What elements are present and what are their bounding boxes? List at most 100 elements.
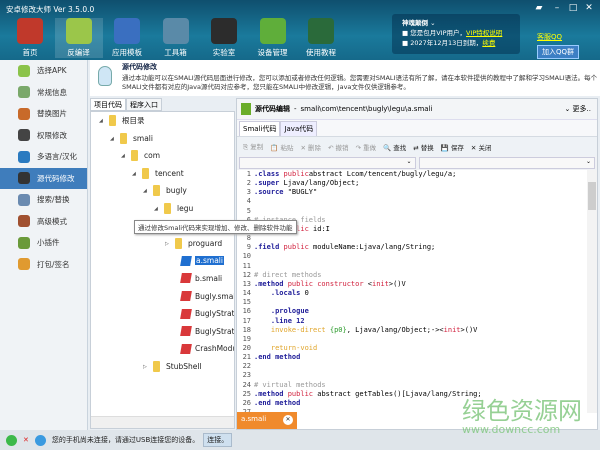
replace-icon: ⇄ — [413, 143, 419, 152]
member-dropdown[interactable]: ⌄ — [418, 157, 595, 169]
close-button[interactable]: ✕ — [582, 3, 596, 13]
line-number: 17 — [242, 316, 251, 325]
sidebar-item[interactable]: 小插件 — [0, 232, 87, 254]
code-token: public constructor — [287, 279, 368, 288]
toolbar-flask[interactable]: 实验室 — [200, 18, 248, 58]
sidebar-item[interactable]: 源代码修改 — [0, 167, 87, 189]
sidebar-item[interactable]: 打包/签名 — [0, 254, 87, 276]
sidebar-item[interactable]: 高级模式 — [0, 211, 87, 233]
sidebar-item[interactable]: 搜索/替换 — [0, 189, 87, 211]
tree-node[interactable]: smali — [120, 132, 153, 144]
vip-privilege-link[interactable]: VIP特权说明 — [466, 29, 502, 37]
tree-node[interactable]: Bugly.smali — [180, 291, 234, 301]
collapse-icon[interactable]: ◢ — [154, 206, 158, 212]
tree-node[interactable]: BuglyStrategy — [180, 308, 234, 319]
maximize-button[interactable]: □ — [566, 3, 580, 13]
sidebar-item[interactable]: 选择APK — [0, 60, 87, 82]
smali-file-icon — [180, 308, 192, 319]
toolbar-star[interactable]: 应用模板 — [103, 18, 151, 58]
code-editor[interactable]: 1 .class publicabstract Lcom/tencent/bugl… — [237, 170, 587, 413]
tree-node[interactable]: BuglyStrategy — [180, 326, 234, 337]
tree-node[interactable]: b.smali — [180, 273, 222, 284]
toolbar-toolbox[interactable]: 工具箱 — [152, 18, 200, 58]
join-qq-group-button[interactable]: 加入QQ群 — [537, 45, 580, 59]
copy-button[interactable]: ⎘ 复制 — [243, 141, 263, 152]
tree-node[interactable]: legu — [164, 203, 193, 214]
redo-button[interactable]: ↷ 重做 — [356, 142, 377, 152]
class-dropdown[interactable]: ⌄ — [239, 157, 416, 169]
tree-node[interactable]: 根目录 — [109, 115, 145, 126]
code-token: .locals — [254, 289, 305, 298]
tree-node[interactable]: tencent — [142, 167, 184, 179]
connect-button[interactable]: 连接。 — [203, 433, 233, 447]
tree-node[interactable]: bugly — [153, 185, 187, 197]
code-line: 18 invoke-direct {p0}, Ljava/lang/Object… — [237, 326, 587, 335]
vertical-scrollbar[interactable] — [587, 170, 597, 413]
info-title: 源代码修改 — [122, 63, 157, 71]
toolbar-android[interactable]: 反编译 — [54, 18, 103, 58]
sidebar-item[interactable]: 多语言/汉化 — [0, 146, 87, 168]
delete-button[interactable]: ✕ 删除 — [300, 142, 321, 152]
tree-node-label: bugly — [166, 186, 187, 196]
collapse-icon[interactable]: ◢ — [110, 136, 114, 142]
minimize-button[interactable]: – — [550, 3, 564, 13]
app-title: 安卓修改大师 Ver 3.5.0.0 — [6, 5, 95, 14]
title-toolbar: 安卓修改大师 Ver 3.5.0.0 ▰ – □ ✕ 首页 反编译 应用模板 工具箱 实… — [0, 0, 600, 60]
file-tab[interactable]: a.smali ✕ — [237, 412, 297, 429]
folder-icon — [164, 203, 171, 214]
collapse-icon[interactable]: ◢ — [121, 153, 125, 159]
tree-node-label: 根目录 — [122, 116, 145, 125]
tree-node[interactable]: CrashModule. — [180, 343, 234, 354]
code-line: 23 — [237, 371, 587, 380]
tree-node-label: smali — [133, 133, 153, 143]
line-number: 8 — [246, 234, 251, 243]
code-token: 0 — [304, 289, 309, 298]
undo-button[interactable]: ↶ 撤销 — [328, 142, 349, 152]
sidebar-item[interactable]: 权限修改 — [0, 125, 87, 147]
renew-link[interactable]: 续费 — [482, 39, 495, 47]
close-tab-icon[interactable]: ✕ — [283, 415, 293, 425]
sidebar-item-label: 搜索/替换 — [37, 195, 70, 205]
code-token: {p0} — [329, 325, 347, 334]
toolbar-radar[interactable]: 设备管理 — [249, 18, 297, 58]
line-number: 3 — [246, 188, 251, 197]
collapse-icon[interactable]: ◢ — [99, 118, 103, 124]
sidebar-item-label: 选择APK — [37, 66, 67, 76]
more-button[interactable]: ⌄ 更多.. — [564, 104, 591, 114]
paste-button[interactable]: 📋 粘贴 — [270, 142, 293, 152]
toolbar-blackboard[interactable]: 使用教程 — [297, 18, 345, 58]
sidebar-item[interactable]: 替换图片 — [0, 103, 87, 125]
find-button[interactable]: 🔍 查找 — [383, 142, 406, 152]
tree-node[interactable]: com — [131, 150, 160, 162]
code-line: 14 .locals 0 — [237, 289, 587, 298]
code-token: .end method — [254, 353, 301, 362]
collapse-icon[interactable]: ◢ — [143, 188, 147, 194]
sidebar-item[interactable]: 常规信息 — [0, 82, 87, 104]
line-number: 5 — [246, 206, 251, 215]
tree-node[interactable]: a.smali — [180, 255, 224, 266]
tree-node-label: CrashModule. — [195, 344, 234, 354]
tab-entry[interactable]: 程序入口 — [126, 98, 162, 111]
tree-node[interactable]: proguard — [175, 238, 222, 250]
tree-node[interactable]: StubShell — [153, 361, 202, 373]
computer-icon — [34, 434, 46, 446]
horizontal-scrollbar[interactable] — [91, 416, 234, 428]
line-number: 24 — [242, 380, 251, 389]
folder-icon — [153, 361, 160, 373]
toolbar-house[interactable]: 首页 — [6, 18, 54, 58]
tab-smali-code[interactable]: Smali代码 — [239, 121, 281, 136]
flask-icon — [211, 18, 237, 44]
feedback-icon[interactable]: ▰ — [532, 3, 546, 13]
smali-file-icon — [180, 291, 192, 301]
expand-icon[interactable]: ▷ — [165, 241, 169, 247]
service-qq-link[interactable]: 客服QQ — [537, 32, 562, 42]
code-line: 4 — [237, 197, 587, 206]
find-icon: 🔍 — [383, 143, 392, 152]
tab-java-code[interactable]: Java代码 — [280, 121, 318, 136]
expand-icon[interactable]: ▷ — [143, 364, 147, 370]
replace-button[interactable]: ⇄ 替换 — [413, 142, 434, 152]
save-button[interactable]: 💾 保存 — [441, 142, 464, 152]
collapse-icon[interactable]: ◢ — [132, 171, 136, 177]
close-button[interactable]: ✕ 关闭 — [471, 142, 492, 152]
tab-project-code[interactable]: 项目代码 — [90, 98, 126, 111]
